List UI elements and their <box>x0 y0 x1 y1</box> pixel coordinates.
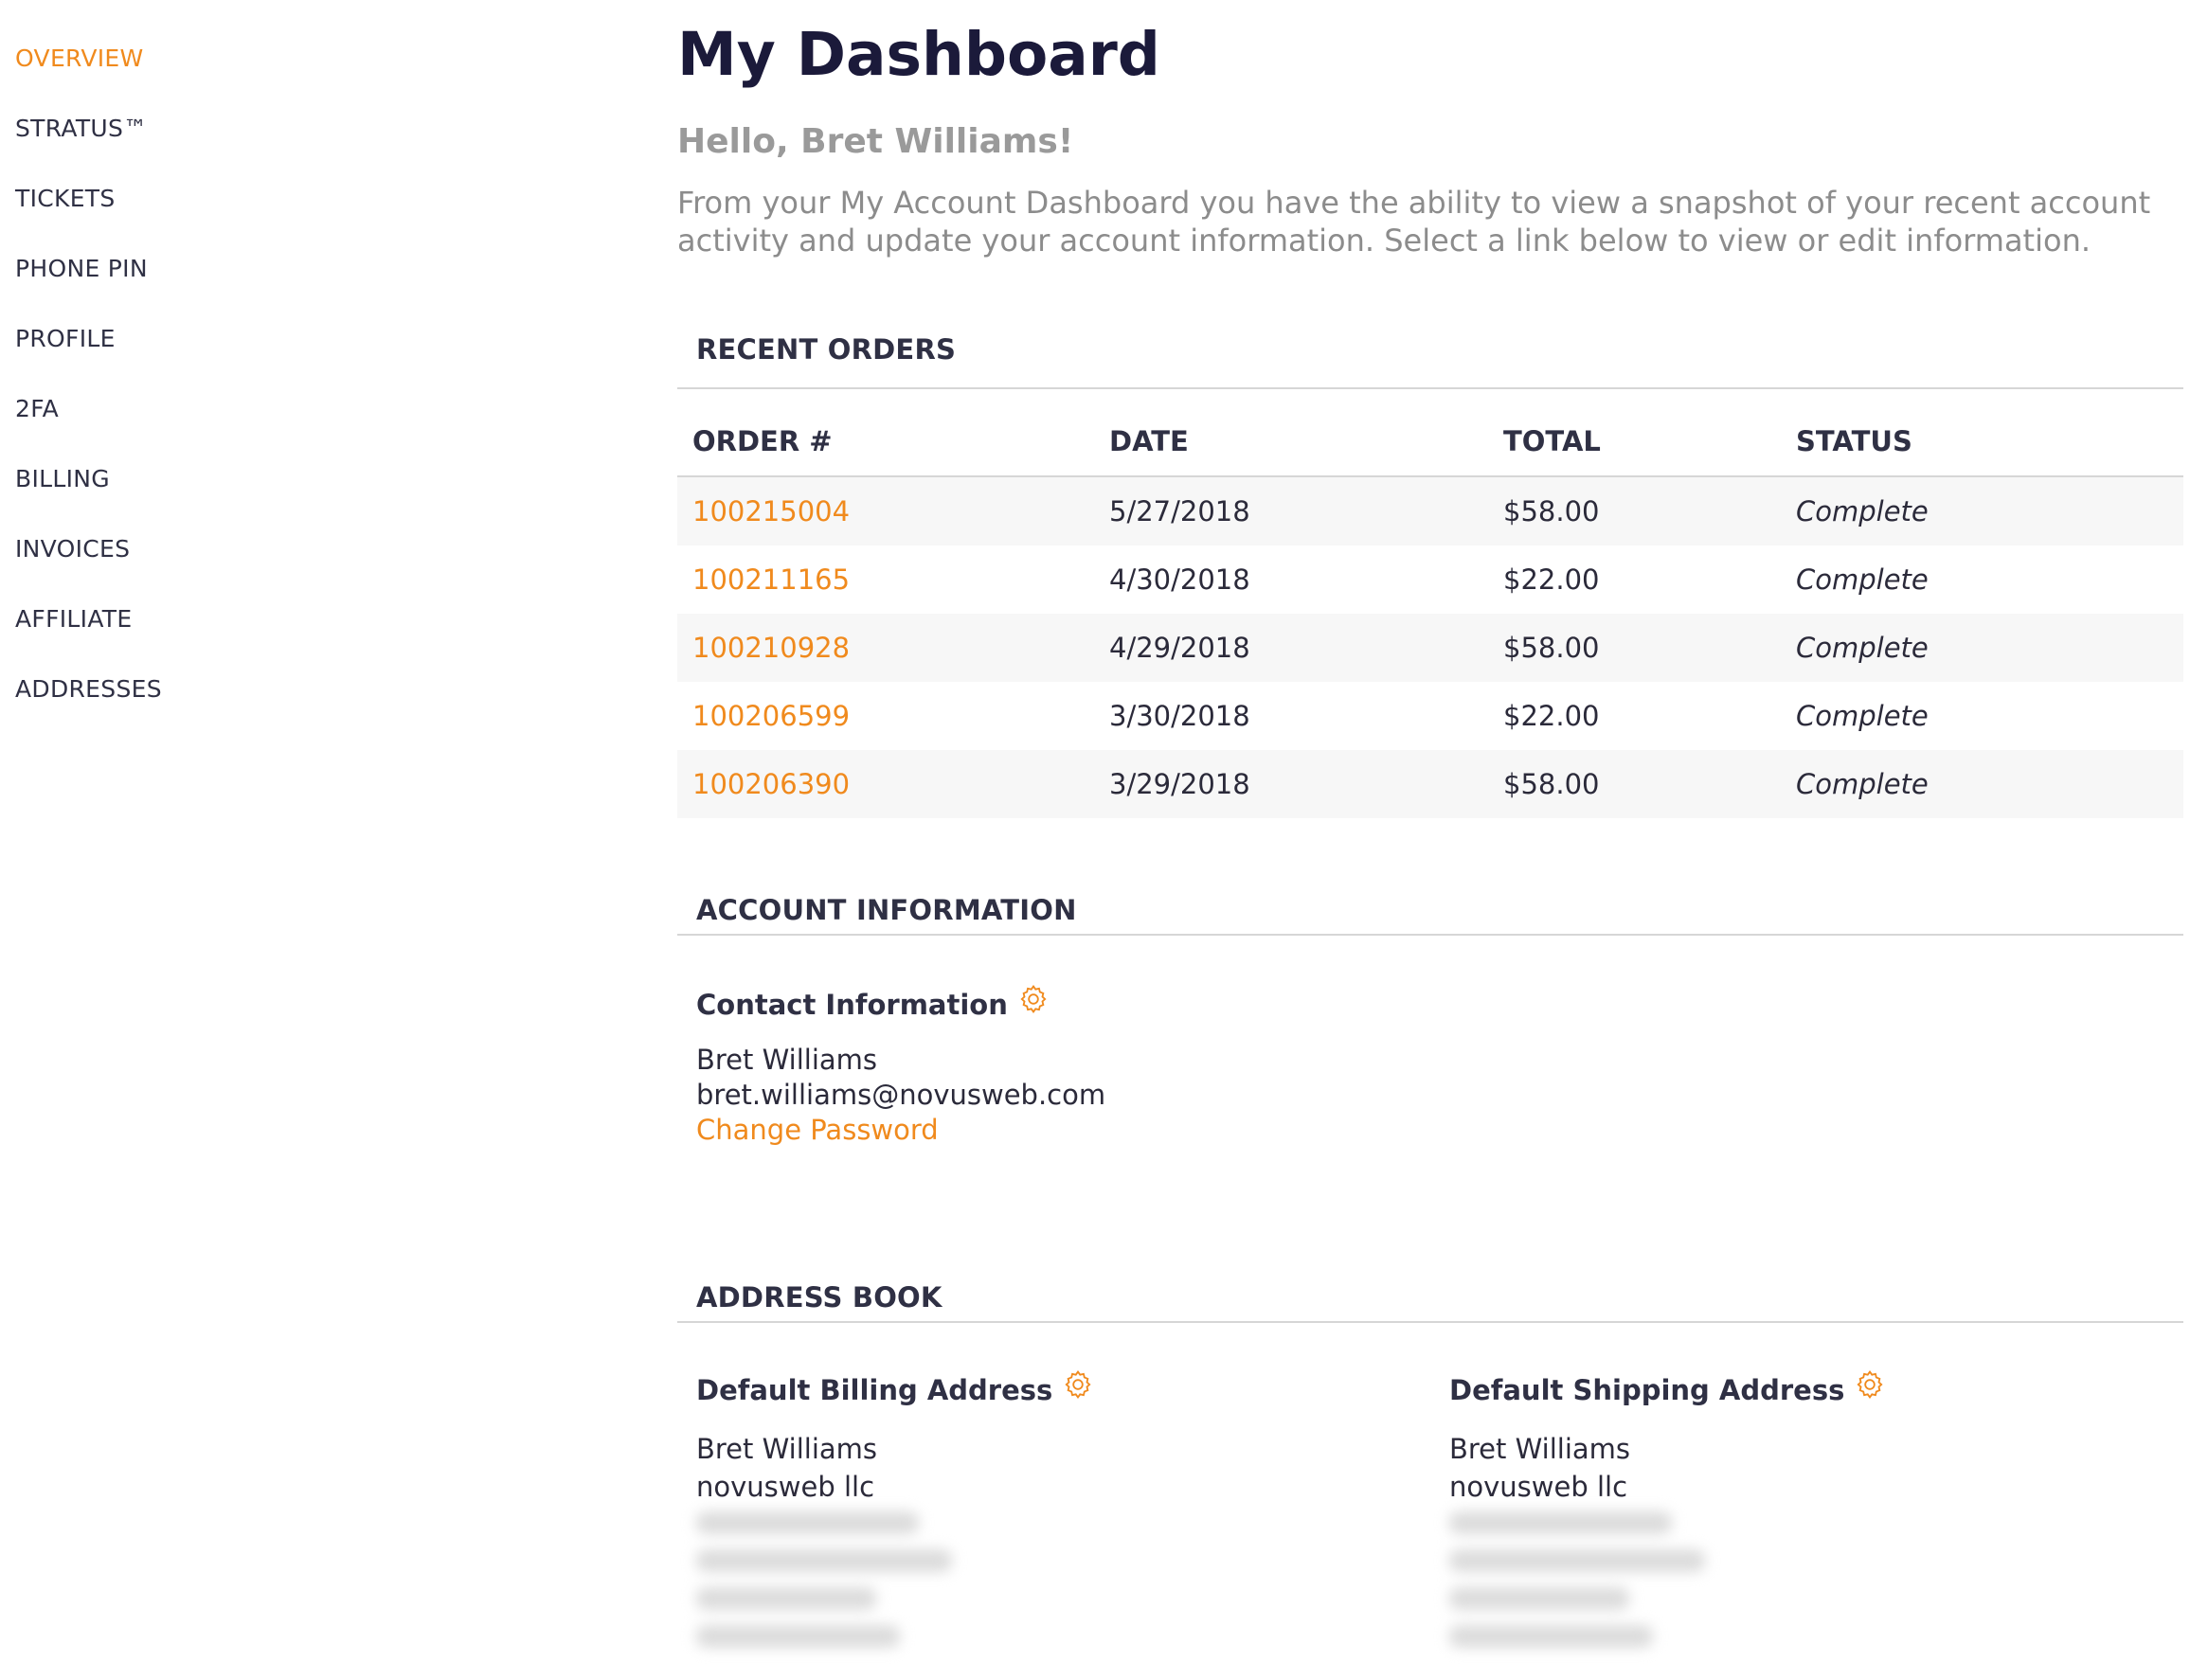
billing-address-label: Default Billing Address <box>696 1374 1053 1406</box>
order-link[interactable]: 100210928 <box>692 632 850 664</box>
table-row: 100215004 5/27/2018 $58.00 Complete <box>677 477 2183 545</box>
order-link[interactable]: 100211165 <box>692 563 850 596</box>
page-title: My Dashboard <box>677 20 1160 89</box>
gear-icon[interactable] <box>1062 1368 1094 1401</box>
sidebar-item-phone-pin[interactable]: PHONE PIN <box>15 255 583 283</box>
sidebar-item-tickets[interactable]: TICKETS <box>15 185 583 213</box>
contact-email: bret.williams@novusweb.com <box>696 1079 1106 1111</box>
order-status: Complete <box>1796 768 1929 800</box>
billing-name: Bret Williams <box>696 1433 878 1465</box>
sidebar-nav: OVERVIEW STRATUS™ TICKETS PHONE PIN PROF… <box>15 45 583 745</box>
column-header-date: DATE <box>1109 425 1189 457</box>
shipping-address-label: Default Shipping Address <box>1449 1374 1845 1406</box>
column-header-total: TOTAL <box>1503 425 1601 457</box>
order-date: 4/29/2018 <box>1109 632 1250 664</box>
table-row: 100206390 3/29/2018 $58.00 Complete <box>677 750 2183 818</box>
order-total: $58.00 <box>1503 632 1600 664</box>
order-date: 5/27/2018 <box>1109 495 1250 527</box>
gear-icon[interactable] <box>1017 983 1050 1015</box>
redacted-billing-address <box>696 1511 952 1663</box>
shipping-name: Bret Williams <box>1449 1433 1631 1465</box>
gear-icon[interactable] <box>1854 1368 1886 1401</box>
table-row: 100206599 3/30/2018 $22.00 Complete <box>677 682 2183 750</box>
orders-table-header: ORDER # DATE TOTAL STATUS <box>677 407 2183 477</box>
order-total: $58.00 <box>1503 495 1600 527</box>
order-total: $22.00 <box>1503 563 1600 596</box>
billing-address-details: Bret Williams novusweb llc <box>696 1430 952 1663</box>
orders-table-body: 100215004 5/27/2018 $58.00 Complete 1002… <box>677 477 2183 818</box>
change-password-link[interactable]: Change Password <box>696 1113 1105 1148</box>
column-header-order: ORDER # <box>692 425 833 457</box>
sidebar-item-profile[interactable]: PROFILE <box>15 325 583 353</box>
sidebar-item-billing[interactable]: BILLING <box>15 465 583 493</box>
shipping-address-heading: Default Shipping Address <box>1449 1369 1886 1406</box>
recent-orders-divider <box>677 387 2183 389</box>
table-row: 100211165 4/30/2018 $22.00 Complete <box>677 545 2183 614</box>
contact-information-label: Contact Information <box>696 989 1008 1021</box>
intro-text: From your My Account Dashboard you have … <box>677 185 2151 259</box>
order-link[interactable]: 100206390 <box>692 768 850 800</box>
shipping-company: novusweb llc <box>1449 1471 1628 1503</box>
address-book-title: ADDRESS BOOK <box>696 1281 942 1314</box>
contact-information-details: Bret Williams bret.williams@novusweb.com… <box>696 1043 1105 1148</box>
column-header-status: STATUS <box>1796 425 1912 457</box>
order-link[interactable]: 100206599 <box>692 700 850 732</box>
orders-table: ORDER # DATE TOTAL STATUS 100215004 5/27… <box>677 407 2183 818</box>
order-date: 3/29/2018 <box>1109 768 1250 800</box>
recent-orders-title: RECENT ORDERS <box>696 333 957 366</box>
shipping-address-details: Bret Williams novusweb llc <box>1449 1430 1705 1663</box>
contact-name: Bret Williams <box>696 1044 878 1076</box>
billing-address-heading: Default Billing Address <box>696 1369 1094 1406</box>
order-status: Complete <box>1796 700 1929 732</box>
billing-company: novusweb llc <box>696 1471 875 1503</box>
account-information-divider <box>677 934 2183 936</box>
order-status: Complete <box>1796 563 1929 596</box>
order-total: $22.00 <box>1503 700 1600 732</box>
account-information-title: ACCOUNT INFORMATION <box>696 894 1077 926</box>
sidebar-item-stratus[interactable]: STRATUS™ <box>15 115 583 143</box>
order-status: Complete <box>1796 495 1929 527</box>
sidebar-item-overview[interactable]: OVERVIEW <box>15 45 583 73</box>
main-content: My Dashboard Hello, Bret Williams! From … <box>677 19 2183 1648</box>
order-status: Complete <box>1796 632 1929 664</box>
table-row: 100210928 4/29/2018 $58.00 Complete <box>677 614 2183 682</box>
sidebar-item-affiliate[interactable]: AFFILIATE <box>15 605 583 634</box>
sidebar-item-2fa[interactable]: 2FA <box>15 395 583 423</box>
address-book-divider <box>677 1321 2183 1323</box>
sidebar-item-invoices[interactable]: INVOICES <box>15 535 583 563</box>
greeting: Hello, Bret Williams! <box>677 122 1074 161</box>
sidebar-item-addresses[interactable]: ADDRESSES <box>15 675 583 704</box>
order-total: $58.00 <box>1503 768 1600 800</box>
order-date: 4/30/2018 <box>1109 563 1250 596</box>
order-link[interactable]: 100215004 <box>692 495 850 527</box>
order-date: 3/30/2018 <box>1109 700 1250 732</box>
redacted-shipping-address <box>1449 1511 1705 1663</box>
contact-information-heading: Contact Information <box>696 984 1050 1021</box>
